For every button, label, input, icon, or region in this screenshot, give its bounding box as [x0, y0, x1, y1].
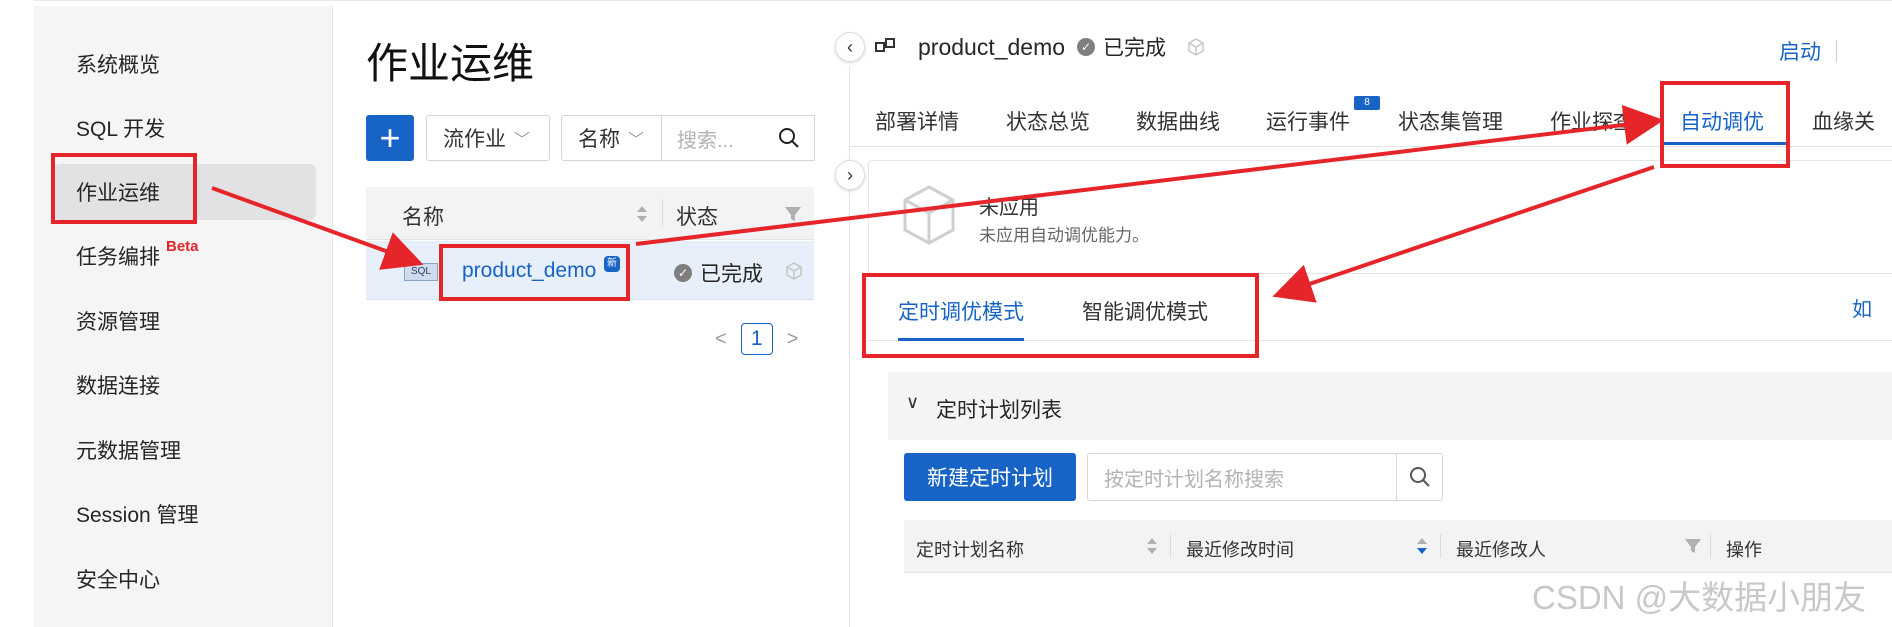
- arrow-to-mode-tabs: [1272, 165, 1655, 303]
- annotation-arrows: [211, 104, 1664, 303]
- arrow-to-job-name: [211, 186, 424, 270]
- arrow-to-auto-tuning: [635, 104, 1664, 246]
